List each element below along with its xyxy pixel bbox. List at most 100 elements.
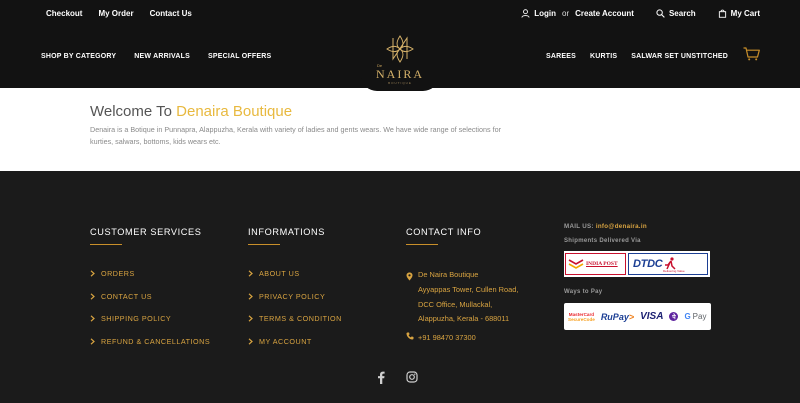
contact-info-column: CONTACT INFO De Naira Boutique Ayyappas …	[406, 227, 518, 342]
dtdc-subtext: Delivering Value	[663, 269, 685, 273]
logo-name: NAIRA	[376, 67, 424, 81]
my-order-link[interactable]: My Order	[98, 9, 133, 18]
footer-link-label: ABOUT US	[259, 269, 300, 278]
rupay-text: RuPay	[600, 311, 629, 322]
location-pin-icon	[406, 268, 418, 327]
google-g-icon: G	[684, 312, 691, 321]
nav-kurtis[interactable]: KURTIS	[590, 53, 617, 60]
address-line: Ayyappas Tower, Cullen Road,	[418, 284, 519, 294]
site-logo[interactable]: De NAIRA BOUTIQUE	[361, 28, 439, 91]
login-link[interactable]: Login	[521, 9, 556, 18]
address-line: Alappuzha, Kerala - 688011	[418, 314, 510, 324]
welcome-heading: Welcome To Denaira Boutique	[90, 103, 292, 120]
logo-tagline: BOUTIQUE	[388, 81, 412, 85]
social-links	[376, 371, 418, 384]
nav-salwar-set[interactable]: SALWAR SET UNSTITCHED	[631, 53, 728, 60]
nav-new-arrivals[interactable]: NEW ARRIVALS	[134, 53, 190, 60]
dtdc-text: DTDC	[633, 258, 663, 270]
nav-left: SHOP BY CATEGORY NEW ARRIVALS SPECIAL OF…	[41, 53, 271, 60]
title-divider	[406, 244, 438, 245]
title-divider	[90, 244, 122, 245]
google-pay-logo: G Pay	[684, 312, 706, 321]
footer-link-refund[interactable]: REFUND & CANCELLATIONS	[90, 336, 210, 347]
footer-link-label: CONTACT US	[101, 291, 153, 301]
footer-link-label: MY ACCOUNT	[259, 336, 312, 346]
address-block: De Naira Boutique Ayyappas Tower, Cullen…	[406, 268, 518, 327]
footer-link-my-account[interactable]: MY ACCOUNT	[248, 336, 342, 347]
top-bar: Checkout My Order Contact Us Login or Cr…	[0, 0, 800, 28]
mail-label: MAIL US:	[564, 223, 594, 230]
bag-icon	[718, 9, 726, 18]
rupay-arrow: >	[628, 311, 635, 322]
chevron-right-icon	[248, 336, 255, 347]
customer-services-column: CUSTOMER SERVICES ORDERS CONTACT US SHIP…	[90, 227, 210, 358]
customer-services-title: CUSTOMER SERVICES	[90, 227, 202, 237]
nav-sarees[interactable]: SAREES	[546, 53, 576, 60]
phone-icon	[406, 332, 418, 342]
instagram-icon[interactable]	[406, 371, 418, 383]
securecode-text: SecureCode	[568, 316, 595, 322]
create-account-link[interactable]: Create Account	[575, 9, 634, 18]
search-icon	[656, 9, 665, 18]
nav-right: SAREES KURTIS SALWAR SET UNSTITCHED	[546, 53, 728, 60]
india-post-text: INDIA POST	[586, 261, 618, 267]
checkout-link[interactable]: Checkout	[46, 9, 82, 18]
welcome-brand: Denaira Boutique	[176, 103, 293, 120]
visa-logo: VISA	[640, 311, 664, 322]
account-links: Login or Create Account Search My Cart	[521, 9, 760, 18]
chevron-right-icon	[248, 268, 255, 279]
contact-us-link[interactable]: Contact Us	[150, 9, 192, 18]
footer-link-label: ORDERS	[101, 269, 135, 278]
address-line: DCC Office, Mullackal,	[418, 299, 493, 309]
mail-link[interactable]: info@denaira.in	[596, 223, 647, 230]
informations-column: INFORMATIONS ABOUT US PRIVACY POLICY TER…	[248, 227, 342, 358]
facebook-icon[interactable]	[376, 371, 386, 384]
welcome-text: Denaira is a Botique in Punnapra, Alappu…	[90, 125, 501, 146]
search-label: Search	[668, 9, 696, 18]
my-cart-label: My Cart	[730, 9, 760, 18]
welcome-section: Welcome To Denaira Boutique Denaira is a…	[0, 88, 800, 171]
footer: CUSTOMER SERVICES ORDERS CONTACT US SHIP…	[0, 171, 800, 403]
chevron-right-icon	[90, 268, 97, 279]
mail-us: MAIL US: info@denaira.in	[564, 223, 711, 230]
rupay-logo: RuPay>	[601, 312, 634, 322]
india-post-mark-icon	[566, 254, 586, 274]
cart-icon[interactable]	[743, 47, 760, 61]
dtdc-logo: DTDC Delivering Value	[628, 253, 708, 275]
footer-link-label: SHIPPING POLICY	[101, 314, 172, 323]
footer-link-orders[interactable]: ORDERS	[90, 268, 210, 279]
or-text: or	[562, 9, 570, 18]
nav-shop-by-category[interactable]: SHOP BY CATEGORY	[41, 53, 116, 60]
footer-link-terms[interactable]: TERMS & CONDITION	[248, 313, 342, 324]
contact-info-title: CONTACT INFO	[406, 227, 482, 237]
footer-link-contact-us[interactable]: CONTACT US	[90, 291, 210, 302]
shipments-label: Shipments Delivered Via	[564, 238, 641, 244]
phonepe-icon: पे	[669, 312, 679, 321]
informations-title: INFORMATIONS	[248, 227, 325, 237]
welcome-prefix: Welcome To	[90, 103, 172, 120]
footer-link-label: REFUND & CANCELLATIONS	[101, 336, 211, 346]
title-divider	[248, 244, 280, 245]
nav-special-offers[interactable]: SPECIAL OFFERS	[208, 53, 271, 60]
payment-methods: MasterCard SecureCode RuPay> VISA पे G Pay	[564, 303, 711, 330]
search-button[interactable]: Search	[656, 9, 696, 18]
phone-link[interactable]: +91 98470 37300	[406, 332, 518, 342]
gpay-text: Pay	[692, 312, 707, 321]
phone-number: +91 98470 37300	[418, 332, 476, 342]
chevron-right-icon	[248, 291, 255, 302]
footer-link-label: TERMS & CONDITION	[259, 314, 342, 323]
user-icon	[521, 9, 530, 18]
footer-link-privacy-policy[interactable]: PRIVACY POLICY	[248, 291, 342, 302]
address-lines: De Naira Boutique Ayyappas Tower, Cullen…	[418, 268, 518, 327]
mastercard-securecode-logo: MasterCard SecureCode	[568, 312, 595, 322]
footer-link-about-us[interactable]: ABOUT US	[248, 268, 342, 279]
logo-emblem-icon	[386, 35, 414, 63]
my-cart-link[interactable]: My Cart	[718, 9, 760, 18]
shipping-carriers: INDIA POST DTDC Delivering Value	[564, 251, 710, 277]
chevron-right-icon	[90, 336, 97, 347]
chevron-right-icon	[90, 313, 97, 324]
footer-link-shipping-policy[interactable]: SHIPPING POLICY	[90, 313, 210, 324]
top-links: Checkout My Order Contact Us	[46, 9, 192, 18]
address-line: De Naira Boutique	[418, 270, 479, 279]
footer-link-label: PRIVACY POLICY	[259, 291, 326, 301]
